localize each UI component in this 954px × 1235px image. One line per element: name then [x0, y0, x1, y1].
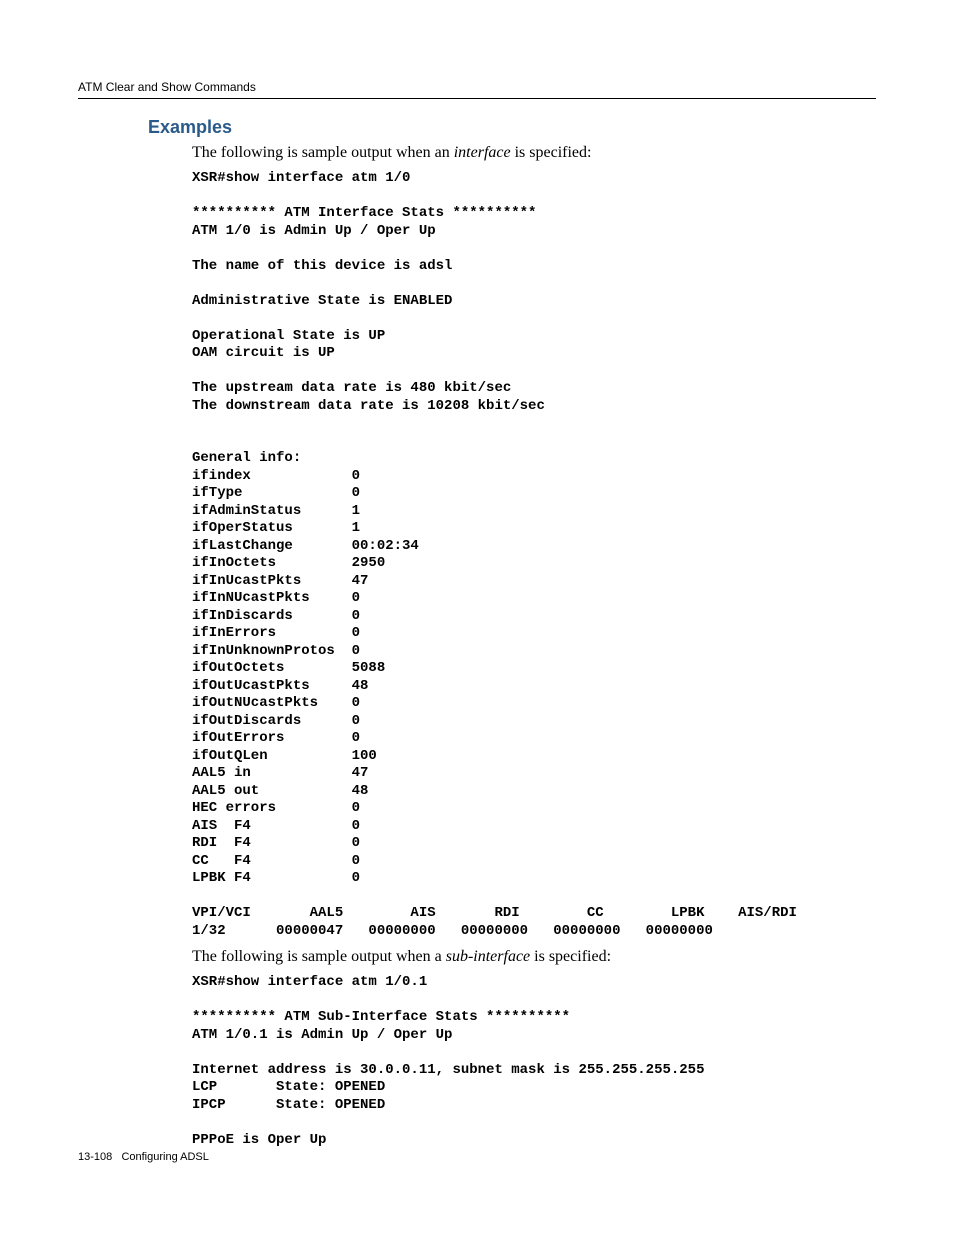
page-header: ATM Clear and Show Commands — [78, 80, 876, 99]
page-footer: 13-108 Configuring ADSL — [78, 1151, 209, 1163]
intro1-pre: The following is sample output when an — [192, 144, 454, 161]
intro-text-subinterface: The following is sample output when a su… — [192, 948, 876, 966]
intro2-emph: sub-interface — [446, 948, 530, 965]
page-number: 13-108 — [78, 1151, 112, 1163]
cli-output-interface: XSR#show interface atm 1/0 ********** AT… — [192, 170, 876, 940]
chapter-name: Configuring ADSL — [121, 1151, 208, 1163]
intro2-pre: The following is sample output when a — [192, 948, 446, 965]
cli-output-subinterface: XSR#show interface atm 1/0.1 ********** … — [192, 974, 876, 1149]
intro2-post: is specified: — [530, 948, 611, 965]
section-title-examples: Examples — [148, 117, 876, 138]
intro-text-interface: The following is sample output when an i… — [192, 144, 876, 162]
intro1-emph: interface — [454, 144, 511, 161]
intro1-post: is specified: — [511, 144, 592, 161]
